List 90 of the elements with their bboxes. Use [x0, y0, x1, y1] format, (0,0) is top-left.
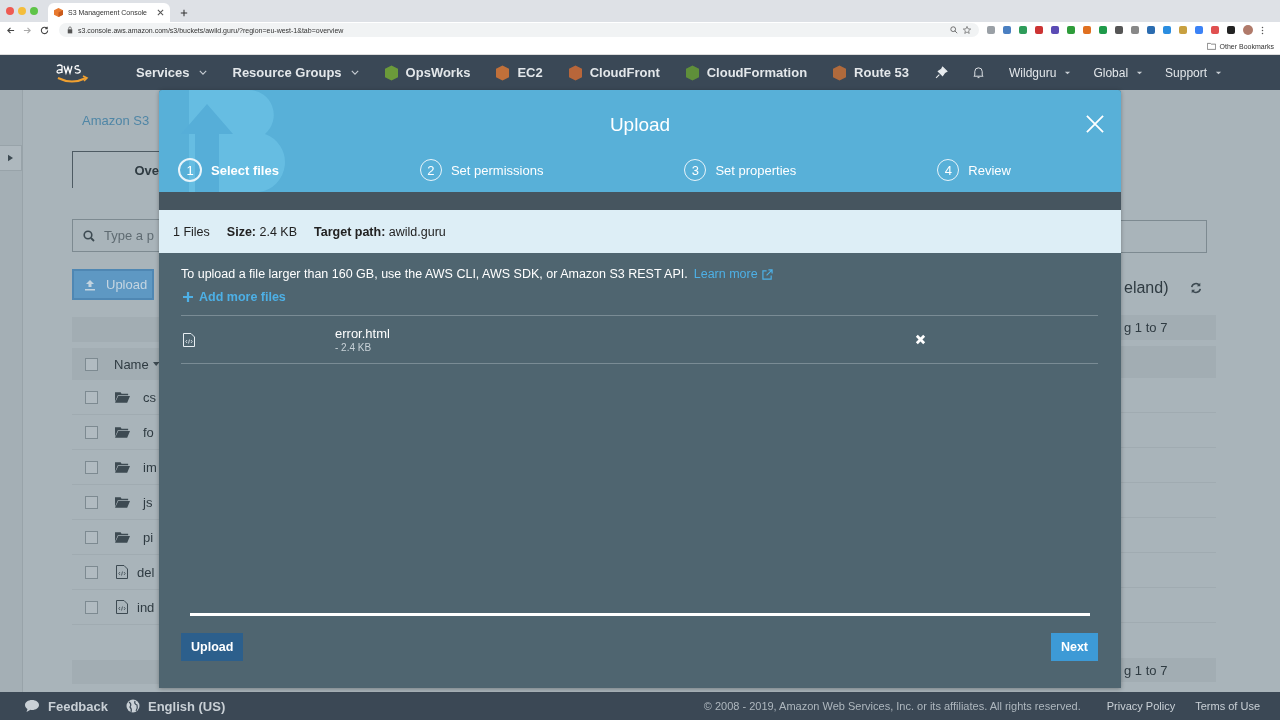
- footer-link[interactable]: Privacy Policy: [1106, 700, 1176, 712]
- feedback-link[interactable]: Feedback: [48, 698, 108, 714]
- caret-icon: [1064, 70, 1072, 75]
- forward-icon[interactable]: [23, 25, 32, 35]
- object-name[interactable]: cs: [143, 389, 156, 405]
- service-shortcut[interactable]: EC2: [496, 64, 543, 81]
- nav-menu[interactable]: Resource Groups: [232, 65, 359, 80]
- service-shortcut[interactable]: OpsWorks: [384, 64, 471, 81]
- copyright-text: © 2008 - 2019, Amazon Web Services, Inc. or its affiliates. All rights reserved.: [703, 700, 1081, 712]
- table-row[interactable]: ind: [72, 590, 159, 625]
- file-size: - 2.4 KB: [335, 342, 373, 353]
- next-button[interactable]: Next: [1050, 633, 1098, 661]
- row-checkbox[interactable]: [85, 530, 98, 544]
- maximize-window-icon[interactable]: [30, 7, 38, 15]
- cube-icon: [54, 8, 63, 17]
- total-size: Size: 2.4 KB: [226, 224, 297, 239]
- folder-icon: [115, 461, 130, 473]
- item-count: g 1 to 7: [1124, 320, 1168, 335]
- folder-icon: [115, 391, 130, 403]
- code-file-icon: [183, 332, 195, 347]
- target-path: Target path: awild.guru: [314, 224, 446, 239]
- table-row[interactable]: js: [72, 485, 159, 520]
- file-name: error.html: [335, 326, 391, 341]
- language-selector[interactable]: English (US): [148, 698, 226, 714]
- star-icon[interactable]: [963, 26, 971, 34]
- column-header[interactable]: Name: [114, 356, 149, 372]
- code-file-icon: [116, 565, 128, 579]
- folder-icon: [115, 426, 130, 438]
- service-shortcut[interactable]: CloudFront: [568, 64, 660, 81]
- code-file-icon: [116, 600, 128, 614]
- object-name[interactable]: del: [137, 564, 155, 580]
- search-icon: [83, 229, 95, 242]
- table-row[interactable]: pi: [72, 520, 159, 555]
- row-checkbox[interactable]: [85, 390, 98, 404]
- object-name[interactable]: js: [143, 494, 153, 510]
- refresh-icon[interactable]: [1190, 281, 1203, 294]
- region-label: eland): [1124, 278, 1169, 297]
- footer-link[interactable]: Terms of Use: [1195, 700, 1260, 712]
- object-name[interactable]: fo: [143, 424, 154, 440]
- table-row[interactable]: cs: [72, 380, 159, 415]
- object-name[interactable]: pi: [143, 529, 154, 545]
- service-shortcut[interactable]: Route 53: [833, 64, 909, 81]
- external-link-icon: [761, 268, 773, 280]
- sort-caret-icon[interactable]: [152, 362, 159, 366]
- size-limit-notice: To upload a file larger than 160 GB, use the AWS CLI, AWS SDK, or Amazon S3 REST API.: [181, 267, 688, 281]
- reload-icon[interactable]: [40, 25, 49, 35]
- select-all-checkbox[interactable]: [85, 357, 98, 371]
- row-checkbox[interactable]: [85, 425, 98, 439]
- close-icon[interactable]: [157, 9, 164, 16]
- globe-icon: [126, 699, 140, 713]
- row-checkbox[interactable]: [85, 495, 98, 509]
- caret-icon: [198, 70, 207, 75]
- table-row[interactable]: im: [72, 450, 159, 485]
- caret-icon: [350, 70, 359, 75]
- minimize-window-icon[interactable]: [18, 7, 26, 15]
- table-row[interactable]: del: [72, 555, 159, 590]
- file-count: 1 Files: [173, 224, 210, 239]
- row-checkbox[interactable]: [85, 565, 98, 579]
- upload-icon: [84, 278, 96, 291]
- caret-icon: [1215, 70, 1223, 75]
- sidebar-toggle[interactable]: [0, 145, 22, 171]
- remove-icon[interactable]: [915, 334, 926, 345]
- close-window-icon[interactable]: [6, 7, 14, 15]
- item-count: g 1 to 7: [1124, 662, 1168, 678]
- account-menu[interactable]: Support: [1165, 65, 1223, 80]
- folder-icon: [1206, 42, 1216, 50]
- upload-button[interactable]: Upload: [181, 633, 244, 661]
- caret-icon: [1136, 70, 1144, 75]
- plus-icon: [183, 292, 193, 302]
- lock-icon: [67, 26, 73, 34]
- table-row[interactable]: fo: [72, 415, 159, 450]
- service-shortcut[interactable]: CloudFormation: [685, 64, 808, 81]
- row-checkbox[interactable]: [85, 600, 98, 614]
- dialog-title: Upload: [609, 114, 671, 136]
- nav-menu[interactable]: Services: [136, 65, 207, 80]
- expand-icon: [8, 154, 13, 162]
- profile-avatar[interactable]: [1243, 25, 1253, 35]
- back-icon[interactable]: [6, 25, 15, 35]
- pin-icon[interactable]: [935, 66, 948, 79]
- account-menu[interactable]: Global: [1093, 65, 1144, 80]
- row-checkbox[interactable]: [85, 460, 98, 474]
- speech-bubble-icon: [24, 699, 40, 713]
- account-menu[interactable]: Wildguru: [1009, 65, 1072, 80]
- bell-icon[interactable]: [972, 66, 985, 79]
- object-name[interactable]: ind: [137, 599, 155, 615]
- folder-icon: [115, 531, 130, 543]
- folder-icon: [115, 496, 130, 508]
- zoom-icon[interactable]: [950, 26, 958, 34]
- new-tab-icon[interactable]: [180, 9, 188, 17]
- object-name[interactable]: im: [143, 459, 157, 475]
